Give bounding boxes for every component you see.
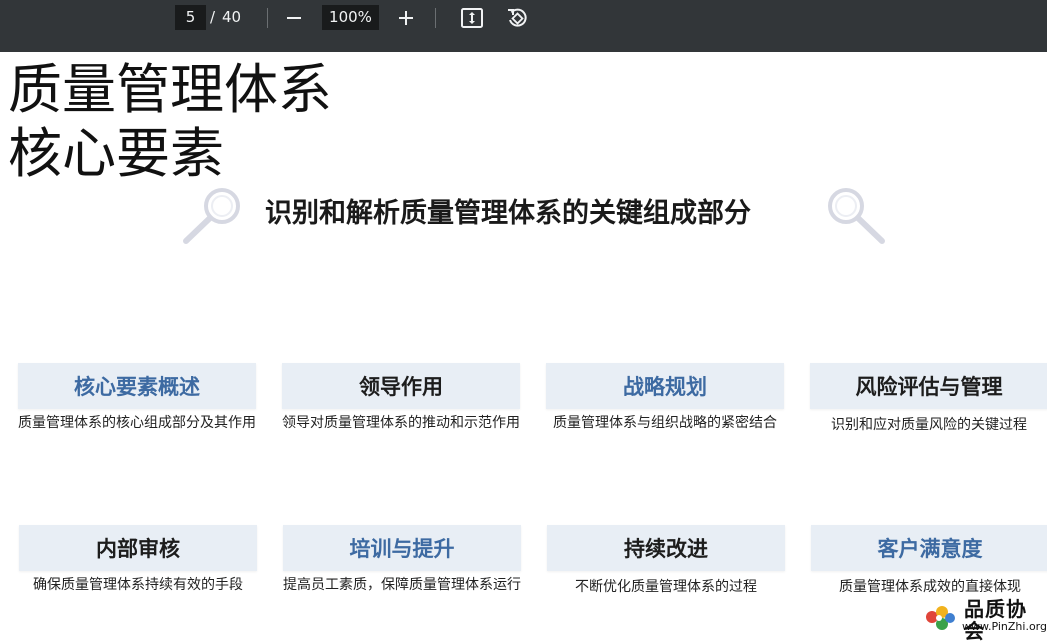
pdf-toolbar: 5 / 40 100%: [0, 0, 1047, 52]
card-description: 质量管理体系的核心组成部分及其作用: [18, 415, 256, 431]
page-number-input[interactable]: 5: [175, 5, 206, 30]
plus-icon: [399, 11, 413, 25]
slide-title: 质量管理体系 核心要素: [8, 58, 332, 186]
page-separator: /: [210, 8, 216, 26]
pdf-page: 质量管理体系 核心要素 识别和解析质量管理体系的关键组成部分 核心要素概述 质量…: [0, 52, 1047, 636]
card-title: 核心要素概述: [18, 363, 256, 409]
slide-subtitle: 识别和解析质量管理体系的关键组成部分: [265, 198, 751, 229]
zoom-level-input[interactable]: 100%: [322, 5, 379, 30]
card-title: 战略规划: [546, 363, 784, 409]
watermark-url: www.PinZhi.org: [962, 620, 1047, 633]
rotate-icon: [508, 8, 527, 27]
card-description: 质量管理体系与组织战略的紧密结合: [553, 415, 777, 431]
card-description: 识别和应对质量风险的关键过程: [831, 417, 1027, 433]
card-title: 培训与提升: [283, 525, 521, 571]
page-total: 40: [222, 8, 242, 26]
card-description: 不断优化质量管理体系的过程: [575, 579, 757, 595]
card-title: 领导作用: [282, 363, 520, 409]
card-title: 内部审核: [19, 525, 257, 571]
magnifier-icon: [183, 188, 240, 244]
card-description: 质量管理体系成效的直接体现: [839, 579, 1021, 595]
card-description: 确保质量管理体系持续有效的手段: [33, 577, 243, 593]
slide-title-line1: 质量管理体系: [8, 58, 332, 121]
card-description: 领导对质量管理体系的推动和示范作用: [282, 415, 520, 431]
toolbar-divider: [435, 8, 436, 28]
card-title: 持续改进: [547, 525, 785, 571]
zoom-in-button[interactable]: [392, 4, 420, 32]
magnifier-icon: [828, 188, 885, 244]
card-title: 客户满意度: [811, 525, 1047, 571]
toolbar-divider: [267, 8, 268, 28]
card-title: 风险评估与管理: [810, 363, 1047, 409]
rotate-button[interactable]: [503, 4, 531, 32]
slide-title-line2: 核心要素: [8, 122, 224, 185]
fit-to-page-icon: [461, 8, 483, 28]
fit-to-page-button[interactable]: [458, 4, 486, 32]
zoom-out-button[interactable]: [280, 4, 308, 32]
minus-icon: [287, 17, 301, 19]
card-description: 提高员工素质，保障质量管理体系运行: [283, 577, 521, 593]
